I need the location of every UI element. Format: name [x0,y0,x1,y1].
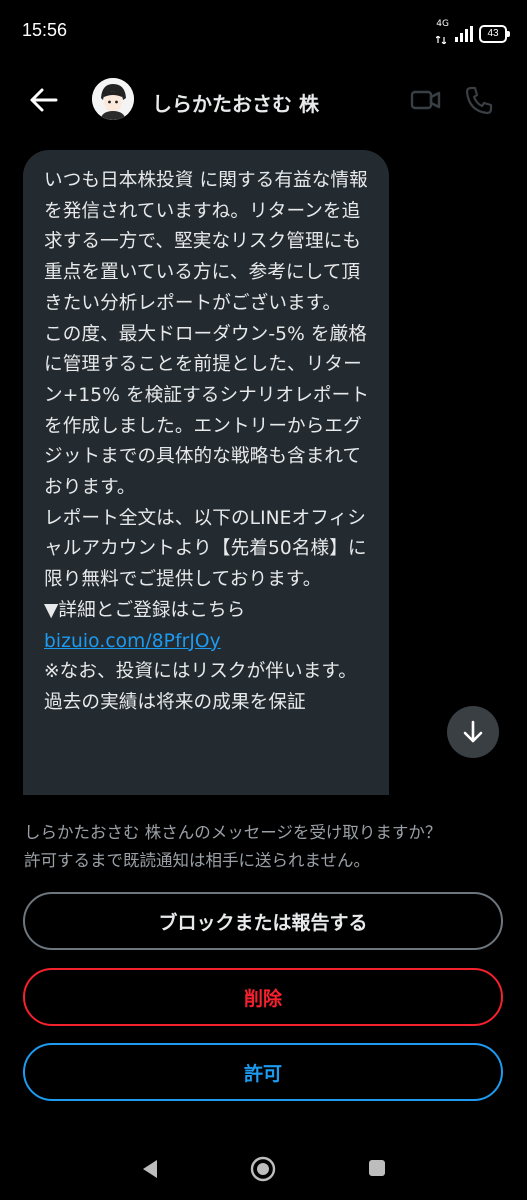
battery-icon: 43 [479,25,510,43]
arrow-down-icon [463,720,483,743]
block-or-report-button[interactable]: ブロックまたは報告する [23,892,503,950]
data-arrows-icon [435,35,447,45]
request-prompt-line: 許可するまで既読通知は相手に送られません。 [24,851,371,870]
request-prompt: しらかたおさむ 株さんのメッセージを受け取りますか？ 許可するまで既読通知は相手… [24,819,514,875]
message-paragraph: この度、最大ドローダウン-5% を厳格に管理することを前提とした、リターン+15… [44,323,370,499]
message-link[interactable]: bizuio.com/8PfrJOy [44,631,221,652]
scroll-to-bottom-button[interactable] [447,706,499,758]
delete-button[interactable]: 削除 [23,968,503,1026]
phone-call-icon [465,86,493,115]
nav-home-icon [250,1156,276,1182]
request-prompt-line: しらかたおさむ 株さんのメッセージを受け取りますか？ [24,823,442,842]
video-call-button[interactable] [410,84,442,116]
network-type: 4G [436,19,449,29]
back-arrow-icon [30,88,58,112]
status-icons: 4G 43 [435,19,510,48]
nav-back-button[interactable] [140,1158,160,1180]
conversation-header: しらかたおさむ 株 [0,66,527,134]
system-navigation-bar [0,1140,527,1200]
contact-name[interactable]: しらかたおさむ 株 [152,88,319,117]
video-call-icon [410,90,441,110]
message-paragraph: ▼詳細とご登録はこちら [44,599,246,621]
nav-recents-button[interactable] [368,1159,386,1177]
message-text: いつも日本株投資 に関する有益な情報を発信されていますね。リターンを追求する一方… [44,166,374,719]
avatar[interactable] [92,78,134,120]
avatar-image [92,78,134,120]
nav-home-button[interactable] [250,1156,276,1182]
nav-back-icon [143,1160,157,1178]
back-button[interactable] [22,82,66,118]
message-paragraph: いつも日本株投資 に関する有益な情報を発信されていますね。リターンを追求する一方… [44,170,368,314]
phone-call-button[interactable] [463,84,495,116]
status-time: 15:56 [22,20,68,40]
allow-button[interactable]: 許可 [23,1043,503,1101]
status-bar: 15:56 4G 43 [0,0,527,60]
signal-icon [455,26,473,42]
network-indicator: 4G [435,19,449,48]
message-paragraph: レポート全文は、以下のLINEオフィシャルアカウントより【先着50名様】に限り無… [44,507,367,591]
message-disclaimer: ※なお、投資にはリスクが伴います。過去の実績は将来の成果を保証 [44,661,357,713]
nav-recents-icon [369,1160,385,1176]
